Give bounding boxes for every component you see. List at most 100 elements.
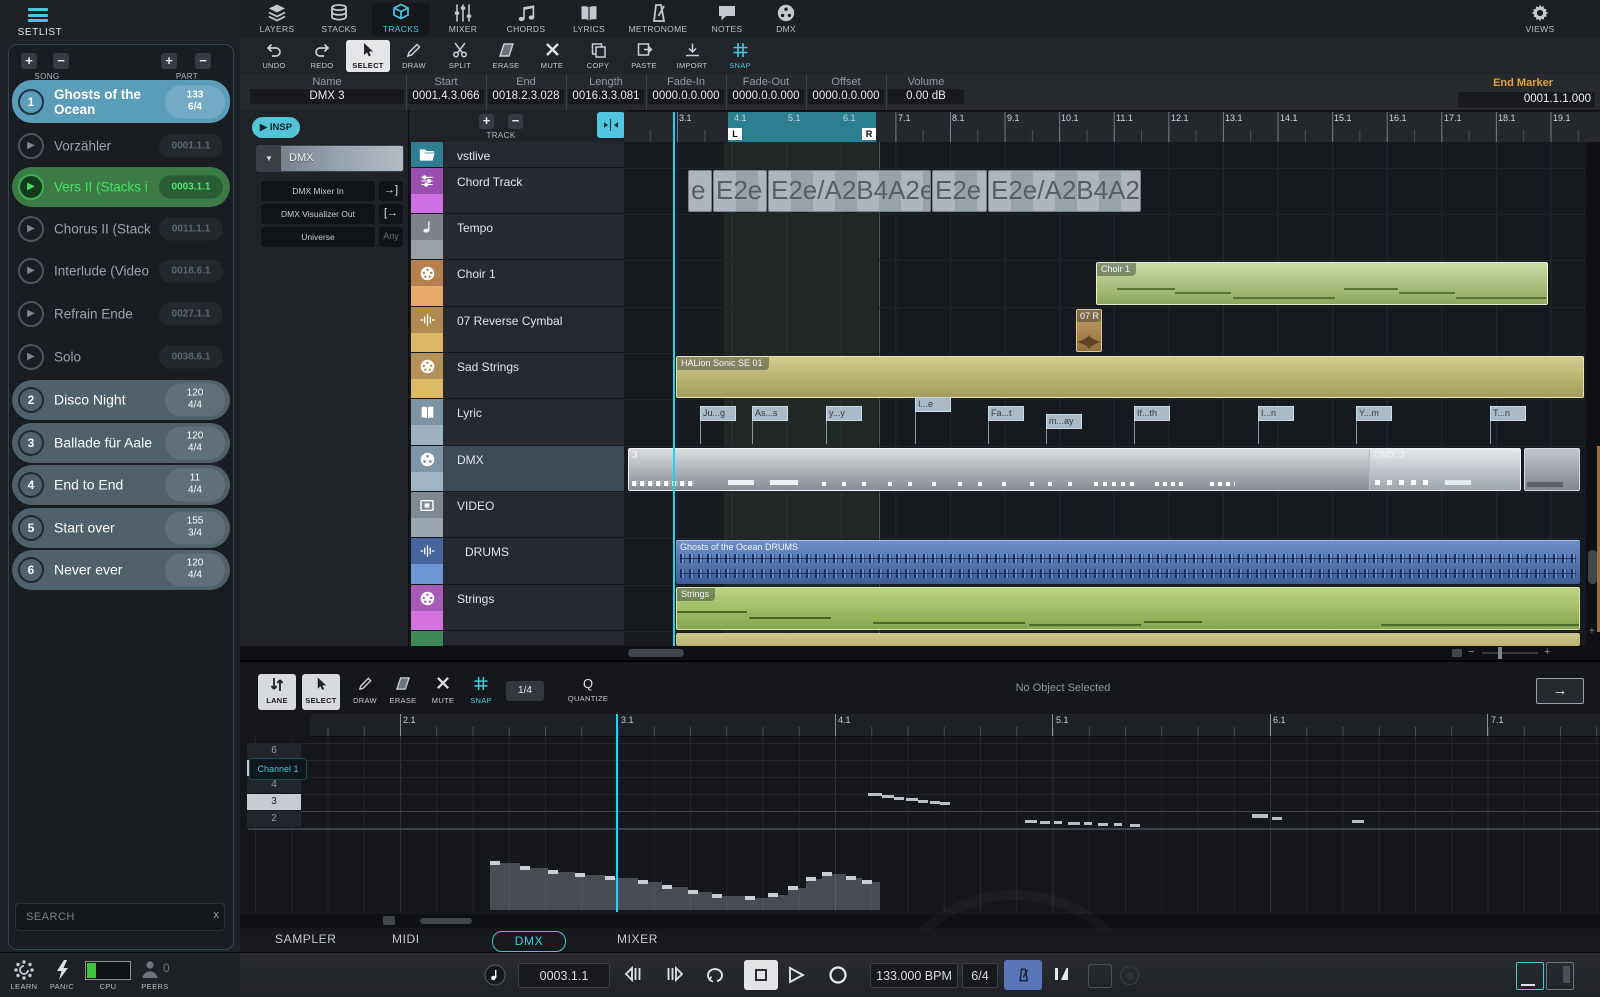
setlist-part[interactable]: ▶ Chorus II (Stack 0011.1.1 <box>12 210 230 247</box>
chord-event[interactable]: E2e <box>713 170 767 212</box>
erase-tool-button[interactable]: ERASE <box>484 40 528 72</box>
add-track-button[interactable]: + <box>479 114 494 129</box>
setlist-part[interactable]: ▶ Vorzähler 0001.1.1 <box>12 127 230 164</box>
input-routing-icon[interactable]: →] <box>379 181 403 201</box>
editor-expand-button[interactable]: → <box>1536 678 1584 704</box>
setlist-part-active[interactable]: ▶ Vers II (Stacks i 0003.1.1 <box>12 167 230 207</box>
precount-icon[interactable] <box>1052 965 1072 983</box>
metronome-toggle-button[interactable] <box>1004 960 1042 990</box>
paste-button[interactable]: PASTE <box>622 40 666 72</box>
quantize-button[interactable]: Q QUANTIZE <box>556 674 620 710</box>
h-scroll-handle[interactable] <box>628 649 684 657</box>
play-part-icon[interactable]: ▶ <box>18 301 44 327</box>
split-tool-button[interactable]: SPLIT <box>438 40 482 72</box>
setlist-song[interactable]: 3 Ballade für Aale 1204/4 <box>12 423 230 463</box>
info-volume-value[interactable]: 0.00 dB <box>888 89 964 104</box>
tab-notes[interactable]: NOTES <box>698 3 756 36</box>
v-scroll-handle[interactable] <box>1588 550 1597 584</box>
time-format-icon[interactable] <box>484 964 506 986</box>
copy-button[interactable]: COPY <box>576 40 620 72</box>
track-row-sad-strings[interactable]: Sad Strings <box>409 353 625 399</box>
info-end-value[interactable]: 0018.2.3.028 <box>488 89 564 104</box>
info-name-value[interactable]: DMX 3 <box>250 89 404 104</box>
dmx-visualizer-out-button[interactable]: DMX Visualizer Out <box>261 204 375 224</box>
remove-song-button[interactable]: − <box>53 53 69 69</box>
universe-button[interactable]: Universe <box>261 227 375 247</box>
play-part-icon[interactable]: ▶ <box>18 174 44 200</box>
tab-dmx-active[interactable]: DMX <box>492 931 566 952</box>
autoscroll-button[interactable] <box>597 112 625 138</box>
info-length-value[interactable]: 0016.3.3.081 <box>568 89 644 104</box>
universe-value[interactable]: Any <box>379 227 403 247</box>
setlist-song[interactable]: 4 End to End 114/4 <box>12 465 230 505</box>
redo-button[interactable]: REDO <box>300 40 344 72</box>
editor-snap-value[interactable]: 1/4 <box>506 681 544 701</box>
dmx-mixer-in-button[interactable]: DMX Mixer In <box>261 181 375 201</box>
panic-icon[interactable] <box>53 959 73 981</box>
zoom-in-icon[interactable]: + <box>1544 646 1550 658</box>
add-part-button[interactable]: + <box>161 53 177 69</box>
info-fadein-value[interactable]: 0000.0.0.000 <box>648 89 724 104</box>
tab-sampler[interactable]: SAMPLER <box>275 932 337 946</box>
chord-event[interactable]: e <box>688 170 712 212</box>
lyric-event[interactable]: I...e <box>915 397 951 412</box>
tab-layers[interactable]: LAYERS <box>248 3 306 36</box>
tempo-display[interactable]: 133.000 BPM <box>870 963 958 988</box>
search-clear-icon[interactable]: x <box>214 909 220 921</box>
tab-mixer[interactable]: MIXER <box>434 3 492 36</box>
play-button[interactable] <box>786 965 806 985</box>
add-song-button[interactable]: + <box>21 53 37 69</box>
step-forward-button[interactable] <box>664 965 686 983</box>
timeline-ruler[interactable]: 3.1 4.1 5.1 6.1 7.1 8.1 9.1 10.1 11.1 12… <box>624 112 1600 143</box>
lyric-event[interactable]: Y...m <box>1356 406 1392 421</box>
midi-region-partial[interactable] <box>676 633 1580 646</box>
midi-region-strings[interactable]: Strings <box>676 587 1580 630</box>
play-part-icon[interactable]: ▶ <box>18 258 44 284</box>
track-row-video[interactable]: VIDEO <box>409 492 625 538</box>
track-row-vstlive[interactable]: vstlive <box>409 142 625 168</box>
snap-button[interactable]: SNAP <box>718 40 762 72</box>
learn-icon[interactable] <box>13 959 35 981</box>
loop-left-marker[interactable]: L <box>728 128 742 140</box>
setlist-song-active[interactable]: 1 Ghosts of the Ocean 1336/4 <box>12 80 230 123</box>
layout-right-zone-button[interactable] <box>1546 962 1574 990</box>
undo-button[interactable]: UNDO <box>252 40 296 72</box>
editor-snap-button[interactable]: SNAP <box>462 674 500 710</box>
editor-playhead[interactable] <box>616 714 618 912</box>
mute-tool-button[interactable]: MUTE <box>530 40 574 72</box>
editor-h-scrollbar[interactable] <box>240 914 1600 928</box>
search-input[interactable] <box>15 903 225 931</box>
output-routing-icon[interactable]: [→ <box>379 204 403 224</box>
loop-right-marker[interactable]: R <box>862 128 876 140</box>
info-start-value[interactable]: 0001.4.3.066 <box>408 89 484 104</box>
playhead-cursor-ruler[interactable] <box>673 112 675 142</box>
track-row-cymbal[interactable]: 07 Reverse Cymbal <box>409 307 625 353</box>
select-tool-button[interactable]: SELECT <box>346 40 390 72</box>
lyric-event[interactable]: I...n <box>1258 406 1294 421</box>
tab-mixer-bottom[interactable]: MIXER <box>617 932 658 946</box>
track-row-partial[interactable] <box>409 631 625 646</box>
lyric-event[interactable]: T...n <box>1490 406 1526 421</box>
setlist-song[interactable]: 2 Disco Night 1204/4 <box>12 380 230 420</box>
event-display[interactable]: e E2e E2e/A2B4A2e E2e E2e/A2B4A2 Choir 1… <box>624 142 1600 646</box>
remove-part-button[interactable]: − <box>195 53 211 69</box>
tracks-h-scrollbar[interactable]: − + <box>240 646 1600 660</box>
track-row-dmx-selected[interactable]: DMX <box>409 446 625 492</box>
step-back-button[interactable] <box>622 965 644 983</box>
setlist-song[interactable]: 5 Start over 1553/4 <box>12 508 230 548</box>
editor-ruler[interactable] <box>310 714 1600 737</box>
inspector-toggle-button[interactable]: ▶ INSP <box>252 117 300 138</box>
tracks-v-scrollbar[interactable]: + <box>1586 142 1600 646</box>
editor-select-button[interactable]: SELECT <box>302 674 340 710</box>
setlist-part[interactable]: ▶ Solo 0038.6.1 <box>12 338 230 375</box>
playhead-cursor[interactable] <box>673 142 675 646</box>
setlist-song[interactable]: 6 Never ever 1204/4 <box>12 550 230 590</box>
play-part-icon[interactable]: ▶ <box>18 344 44 370</box>
lyric-event[interactable]: y...y <box>826 406 862 421</box>
audio-region-drums[interactable]: Ghosts of the Ocean DRUMS <box>676 540 1580 584</box>
tab-views[interactable]: VIEWS <box>1510 3 1570 36</box>
track-row-strings[interactable]: Strings <box>409 585 625 631</box>
record-button[interactable] <box>828 965 848 985</box>
lane-tool-button[interactable]: LANE <box>258 674 296 710</box>
cycle-button[interactable] <box>706 965 728 983</box>
